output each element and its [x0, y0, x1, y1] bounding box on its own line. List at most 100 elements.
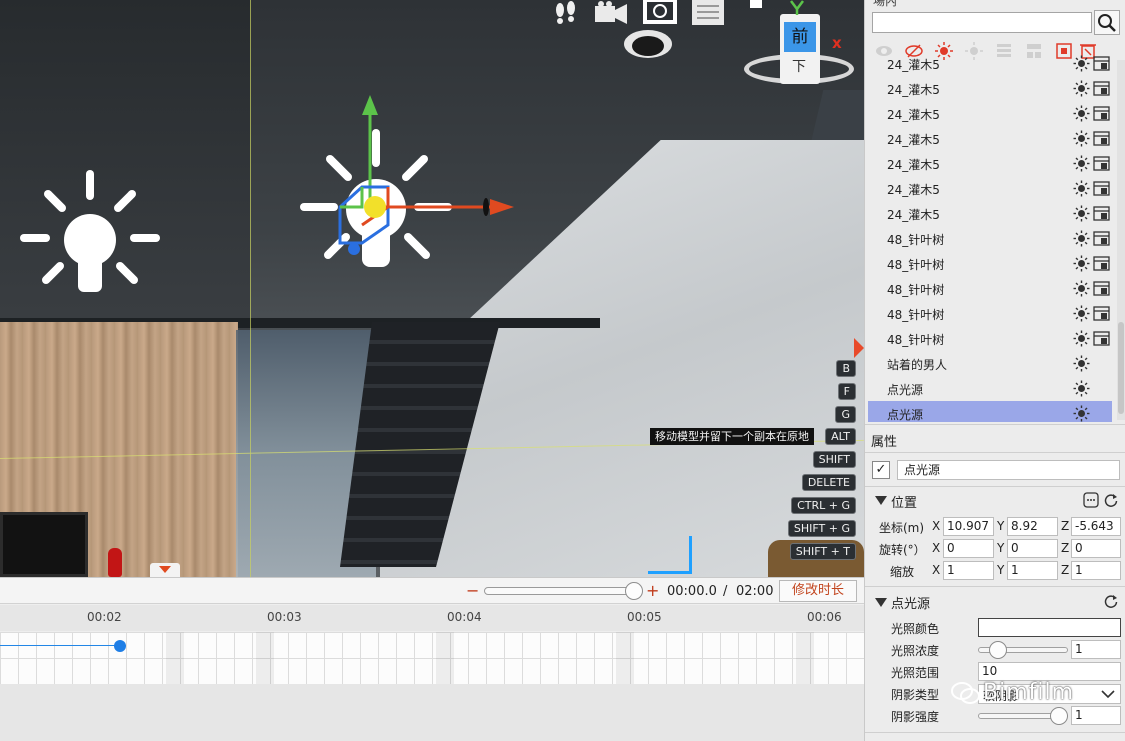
shortcut-key-f[interactable]: F — [837, 383, 856, 400]
shortcut-key-shift[interactable]: SHIFT — [812, 451, 856, 468]
shortcut-key-g[interactable]: G — [835, 406, 856, 423]
timeline-zoom-slider[interactable] — [484, 587, 640, 595]
timeline-track-grid[interactable] — [0, 632, 864, 684]
lock-icon[interactable] — [1093, 81, 1110, 96]
shortcut-key-b[interactable]: B — [836, 360, 856, 377]
lock-icon[interactable] — [1093, 306, 1110, 321]
home-icon[interactable] — [748, 0, 764, 10]
lock-icon[interactable] — [1093, 231, 1110, 246]
light-toggle-icon[interactable] — [1073, 55, 1090, 72]
shadow-strength-slider-knob[interactable] — [1050, 707, 1068, 725]
timeline-ruler[interactable]: 00:02 00:03 00:04 00:05 00:06 — [0, 605, 864, 631]
light-bulb-icon[interactable] — [20, 168, 160, 298]
scale-z-field[interactable]: 1 — [1071, 561, 1121, 580]
shortcut-key-delete[interactable]: DELETE — [801, 474, 856, 491]
scene-camera-object — [624, 30, 672, 58]
scene-list-item[interactable]: 48_针叶树 — [868, 301, 1112, 326]
view-cube-front-face[interactable]: 前 — [784, 22, 816, 52]
scene-list-item-label: 24_灌木5 — [887, 108, 940, 122]
light-toggle-icon[interactable] — [1073, 180, 1090, 197]
lock-icon[interactable] — [1093, 181, 1110, 196]
lock-icon[interactable] — [1093, 56, 1110, 71]
light-range-field[interactable]: 10 — [978, 662, 1121, 681]
lock-icon[interactable] — [1093, 156, 1110, 171]
lock-icon[interactable] — [1093, 106, 1110, 121]
rotation-z-field[interactable]: 0 — [1071, 539, 1121, 558]
3d-viewport[interactable]: 前 下 x B F G 移动模型并留下一个副本在原地 ALT SHIFT DEL… — [0, 0, 864, 577]
selected-light-gizmo[interactable] — [300, 95, 520, 270]
scene-list-item[interactable]: 48_针叶树 — [868, 226, 1112, 251]
rotation-y-field[interactable]: 0 — [1007, 539, 1058, 558]
axis-x-label: X — [932, 563, 941, 577]
view-cube[interactable]: 前 下 x — [738, 12, 856, 90]
lock-icon[interactable] — [1093, 281, 1110, 296]
scene-list-item[interactable]: 24_灌木5 — [868, 126, 1112, 151]
scene-list-item[interactable]: 24_灌木5 — [868, 51, 1112, 76]
object-enabled-checkbox[interactable]: ✓ — [872, 461, 890, 479]
position-x-field[interactable]: 10.907 — [943, 517, 994, 536]
light-color-swatch[interactable] — [978, 618, 1121, 637]
footprints-icon[interactable] — [551, 0, 579, 26]
shadow-strength-field[interactable]: 1 — [1071, 706, 1121, 725]
scene-list-item[interactable]: 48_针叶树 — [868, 276, 1112, 301]
more-options-icon[interactable] — [1083, 492, 1099, 508]
light-toggle-icon[interactable] — [1073, 255, 1090, 272]
light-toggle-icon[interactable] — [1073, 280, 1090, 297]
timeline-pin-marker[interactable] — [150, 563, 180, 577]
axis-x-label: X — [932, 519, 941, 533]
light-toggle-icon[interactable] — [1073, 155, 1090, 172]
scene-search-input[interactable] — [872, 12, 1092, 33]
zoom-in-icon[interactable]: + — [646, 581, 659, 600]
scene-list-item[interactable]: 48_针叶树 — [868, 326, 1112, 351]
position-y-field[interactable]: 8.92 — [1007, 517, 1058, 536]
light-toggle-icon[interactable] — [1073, 80, 1090, 97]
view-cube-down-face[interactable]: 下 — [792, 56, 806, 76]
light-intensity-field[interactable]: 1 — [1071, 640, 1121, 659]
scene-list-item[interactable]: 24_灌木5 — [868, 151, 1112, 176]
shortcut-key-ctrl-g[interactable]: CTRL + G — [791, 497, 856, 514]
axis-y-label: Y — [997, 563, 1005, 577]
scale-y-field[interactable]: 1 — [1007, 561, 1058, 580]
scene-list-item[interactable]: 点光源 — [868, 376, 1112, 401]
light-toggle-icon[interactable] — [1073, 130, 1090, 147]
lock-icon[interactable] — [1093, 131, 1110, 146]
scene-list-item[interactable]: 站着的男人 — [868, 351, 1112, 376]
collapse-arrow-icon[interactable] — [875, 496, 887, 505]
lock-icon[interactable] — [1093, 206, 1110, 221]
light-toggle-icon[interactable] — [1073, 380, 1090, 397]
scene-list-item[interactable]: 24_灌木5 — [868, 176, 1112, 201]
reset-icon[interactable] — [1103, 492, 1119, 508]
zoom-out-icon[interactable]: − — [466, 581, 479, 600]
scene-list-item[interactable]: 点光源 — [868, 401, 1112, 422]
search-icon[interactable] — [1094, 10, 1120, 35]
scene-list-item[interactable]: 48_针叶树 — [868, 251, 1112, 276]
collapse-arrow-icon[interactable] — [875, 598, 887, 607]
modify-duration-button[interactable]: 修改时长 — [779, 580, 857, 602]
object-name-field[interactable]: 点光源 — [897, 460, 1120, 480]
light-toggle-icon[interactable] — [1073, 230, 1090, 247]
light-toggle-icon[interactable] — [1073, 405, 1090, 422]
scene-list-item[interactable]: 24_灌木5 — [868, 101, 1112, 126]
keyframe-marker[interactable] — [114, 640, 126, 652]
light-toggle-icon[interactable] — [1073, 355, 1090, 372]
shortcut-key-shift-g[interactable]: SHIFT + G — [787, 520, 856, 537]
position-z-field[interactable]: -5.643 — [1071, 517, 1121, 536]
scene-object-list[interactable]: 24_灌木5 24_灌木5 24_灌木5 24_灌木5 24_灌木5 24_灌木5 24_灌… — [865, 50, 1117, 422]
lock-icon[interactable] — [1093, 256, 1110, 271]
light-toggle-icon[interactable] — [1073, 305, 1090, 322]
shortcut-key-alt[interactable]: ALT — [825, 428, 856, 445]
reset-icon[interactable] — [1103, 593, 1119, 609]
light-intensity-slider-knob[interactable] — [988, 641, 1007, 659]
scene-list-scrollbar-thumb[interactable] — [1118, 322, 1124, 414]
scene-list-item[interactable]: 24_灌木5 — [868, 201, 1112, 226]
lock-icon[interactable] — [1093, 331, 1110, 346]
light-toggle-icon[interactable] — [1073, 205, 1090, 222]
rotation-x-field[interactable]: 0 — [943, 539, 994, 558]
light-toggle-icon[interactable] — [1073, 105, 1090, 122]
light-toggle-icon[interactable] — [1073, 330, 1090, 347]
shortcut-key-shift-t[interactable]: SHIFT + T — [789, 543, 856, 560]
scene-list-item[interactable]: 24_灌木5 — [868, 76, 1112, 101]
axis-y-label: Y — [997, 541, 1005, 555]
scale-x-field[interactable]: 1 — [943, 561, 994, 580]
timeline-zoom-slider-knob[interactable] — [624, 582, 643, 600]
